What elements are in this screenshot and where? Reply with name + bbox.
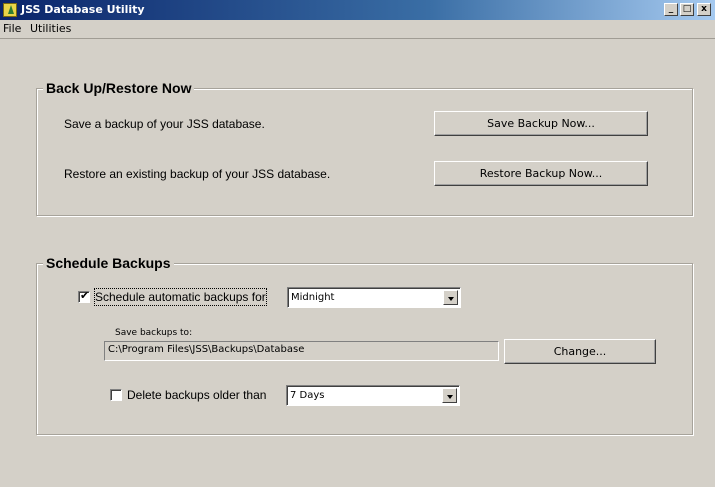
save-backups-to-label: Save backups to: <box>115 328 193 338</box>
schedule-time-value: Midnight <box>291 292 335 303</box>
maximize-button[interactable]: □ <box>680 3 694 16</box>
backup-restore-title: Back Up/Restore Now <box>43 79 195 97</box>
menu-bar: File Utilities <box>0 20 715 39</box>
chevron-down-icon[interactable] <box>443 290 458 305</box>
schedule-time-dropdown[interactable]: Midnight <box>287 287 461 308</box>
save-backup-description: Save a backup of your JSS database. <box>64 117 265 131</box>
menu-utilities[interactable]: Utilities <box>30 22 71 36</box>
restore-backup-description: Restore an existing backup of your JSS d… <box>64 167 331 181</box>
backup-path-field[interactable]: C:\Program Files\JSS\Backups\Database <box>104 341 499 361</box>
menu-file[interactable]: File <box>3 22 21 36</box>
minimize-button[interactable]: _ <box>664 3 678 16</box>
save-backup-now-button[interactable]: Save Backup Now... <box>434 111 648 136</box>
title-bar[interactable]: JSS Database Utility _ □ x <box>0 0 715 20</box>
delete-old-backups-label[interactable]: Delete backups older than <box>127 387 266 403</box>
backup-restore-group: Back Up/Restore Now <box>36 79 693 216</box>
delete-age-value: 7 Days <box>290 390 325 401</box>
app-icon <box>3 3 17 17</box>
change-path-button[interactable]: Change... <box>504 339 656 364</box>
chevron-down-icon[interactable] <box>442 388 457 403</box>
check-icon: ✔ <box>80 289 90 302</box>
delete-old-backups-checkbox[interactable] <box>110 389 122 401</box>
jss-database-utility-window: JSS Database Utility _ □ x File Utilitie… <box>0 0 715 487</box>
close-button[interactable]: x <box>697 3 711 16</box>
schedule-automatic-label[interactable]: Schedule automatic backups for <box>94 288 267 306</box>
restore-backup-now-button[interactable]: Restore Backup Now... <box>434 161 648 186</box>
window-title: JSS Database Utility <box>21 3 145 16</box>
delete-age-dropdown[interactable]: 7 Days <box>286 385 460 406</box>
schedule-automatic-checkbox[interactable]: ✔ <box>78 289 90 303</box>
schedule-backups-title: Schedule Backups <box>43 254 174 272</box>
